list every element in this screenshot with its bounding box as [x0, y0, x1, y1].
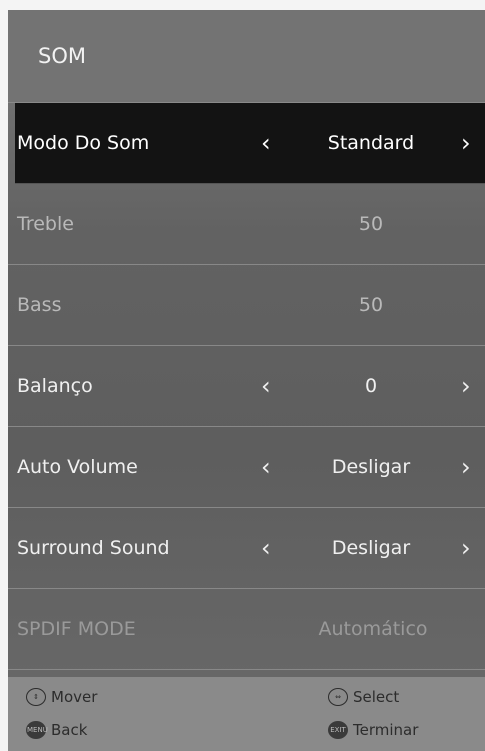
button-hints-bar: ⇕ Mover ⇔ Select MENU Back EXIT Terminar — [8, 677, 485, 751]
menu-row-surround-sound[interactable]: Surround Sound ‹ Desligar › — [8, 508, 485, 589]
hint-move: ⇕ Mover — [26, 688, 97, 706]
menu-row-spdif-mode: SPDIF MODE Automático — [8, 589, 485, 670]
row-value: 50 — [358, 294, 384, 316]
left-right-icon: ⇔ — [328, 688, 348, 706]
row-value: Standard — [327, 132, 415, 154]
row-label: Bass — [17, 294, 62, 316]
row-value: 0 — [364, 375, 378, 397]
hint-label: Mover — [51, 688, 98, 706]
row-label: Treble — [17, 213, 74, 235]
exit-button-icon: EXIT — [328, 721, 348, 739]
arrow-left-icon[interactable]: ‹ — [261, 372, 271, 400]
row-value: Desligar — [331, 456, 411, 478]
arrow-right-icon[interactable]: › — [461, 453, 471, 481]
hint-label: Back — [51, 721, 88, 739]
arrow-left-icon[interactable]: ‹ — [261, 534, 271, 562]
row-label: Balanço — [17, 375, 93, 397]
menu-row-bass[interactable]: Bass 50 — [8, 265, 485, 346]
tv-menu-panel: SOM Modo Do Som ‹ Standard › Treble 50 B… — [8, 10, 485, 751]
row-value: Desligar — [331, 537, 411, 559]
menu-row-balanco[interactable]: Balanço ‹ 0 › — [8, 346, 485, 427]
arrow-right-icon[interactable]: › — [461, 129, 471, 157]
arrow-left-icon[interactable]: ‹ — [261, 129, 271, 157]
row-value: 50 — [358, 213, 384, 235]
arrow-right-icon[interactable]: › — [461, 372, 471, 400]
menu-title: SOM — [8, 10, 485, 103]
row-value: Automático — [318, 618, 428, 640]
hint-label: Terminar — [353, 721, 419, 739]
hint-select: ⇔ Select — [328, 688, 399, 706]
row-label: Modo Do Som — [17, 132, 150, 154]
hint-exit: EXIT Terminar — [328, 721, 418, 739]
row-label: SPDIF MODE — [17, 618, 136, 640]
menu-row-auto-volume[interactable]: Auto Volume ‹ Desligar › — [8, 427, 485, 508]
menu-row-treble[interactable]: Treble 50 — [8, 184, 485, 265]
menu-row-modo-do-som[interactable]: Modo Do Som ‹ Standard › — [15, 103, 485, 184]
arrow-right-icon[interactable]: › — [461, 534, 471, 562]
hint-back: MENU Back — [26, 721, 87, 739]
row-label: Surround Sound — [17, 537, 170, 559]
up-down-icon: ⇕ — [26, 688, 46, 706]
menu-button-icon: MENU — [26, 721, 48, 739]
hint-label: Select — [353, 688, 400, 706]
row-label: Auto Volume — [17, 456, 138, 478]
arrow-left-icon[interactable]: ‹ — [261, 453, 271, 481]
